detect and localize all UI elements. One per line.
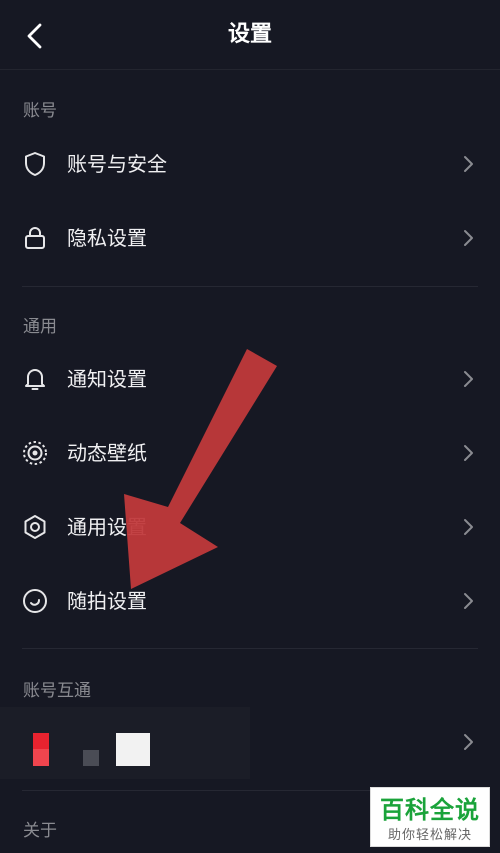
watermark-subtitle: 助你轻松解决 [387, 828, 472, 843]
watermark-title: 百科全说 [380, 796, 480, 824]
bell-icon [25, 369, 45, 390]
chevron-right-icon [464, 230, 473, 246]
watermark-logo: 百科全说 助你轻松解决 [370, 787, 490, 847]
settings-item-label: 动态壁纸 [67, 441, 147, 465]
section-label-account: 账号 [23, 101, 57, 121]
settings-item-live-wallpaper[interactable]: 动态壁纸 [0, 416, 500, 490]
shield-icon [25, 152, 45, 176]
section-label-general: 通用 [23, 317, 57, 337]
app-icon [116, 733, 150, 766]
settings-item-notifications[interactable]: 通知设置 [0, 342, 500, 416]
settings-item-label: 通用设置 [67, 515, 147, 539]
section-divider [22, 648, 478, 649]
app-icon [33, 749, 49, 766]
settings-item-snapshot[interactable]: 随拍设置 [0, 564, 500, 638]
settings-item-label: 通知设置 [67, 367, 147, 391]
settings-item-general-settings[interactable]: 通用设置 [0, 490, 500, 564]
app-icon [83, 750, 99, 766]
live-wallpaper-icon [23, 441, 47, 465]
top-nav-bar: 设置 [0, 0, 500, 70]
section-label-about: 关于 [23, 821, 57, 841]
chevron-right-icon [464, 519, 473, 535]
app-icon [33, 733, 49, 749]
page-title: 设置 [227, 22, 272, 47]
section-label-account-link: 账号互通 [23, 681, 91, 701]
chevron-right-icon [464, 734, 473, 750]
settings-item-account-security[interactable]: 账号与安全 [0, 127, 500, 201]
snapshot-icon [23, 589, 47, 613]
settings-item-privacy[interactable]: 隐私设置 [0, 201, 500, 275]
gear-icon [24, 515, 46, 539]
chevron-right-icon [464, 156, 473, 172]
settings-item-label: 隐私设置 [67, 226, 147, 250]
chevron-right-icon [464, 445, 473, 461]
chevron-right-icon [464, 371, 473, 387]
settings-item-label: 随拍设置 [67, 589, 147, 613]
lock-icon [25, 227, 45, 249]
linked-apps-row[interactable] [0, 705, 500, 779]
chevron-right-icon [464, 593, 473, 609]
section-divider [22, 286, 478, 287]
settings-item-label: 账号与安全 [67, 152, 167, 176]
